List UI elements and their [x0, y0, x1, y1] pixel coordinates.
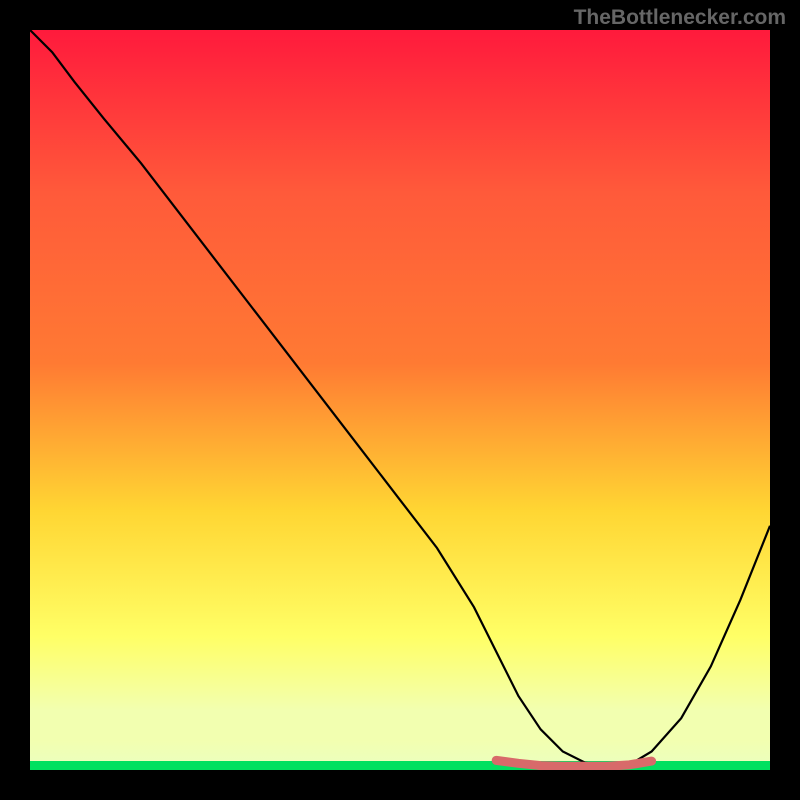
baseline-strip: [30, 761, 770, 770]
watermark-text: TheBottlenecker.com: [574, 6, 786, 30]
chart-svg: [30, 30, 770, 770]
gradient-background: [30, 30, 770, 770]
plot-area: [30, 30, 770, 770]
chart-container: TheBottlenecker.com: [0, 0, 800, 800]
